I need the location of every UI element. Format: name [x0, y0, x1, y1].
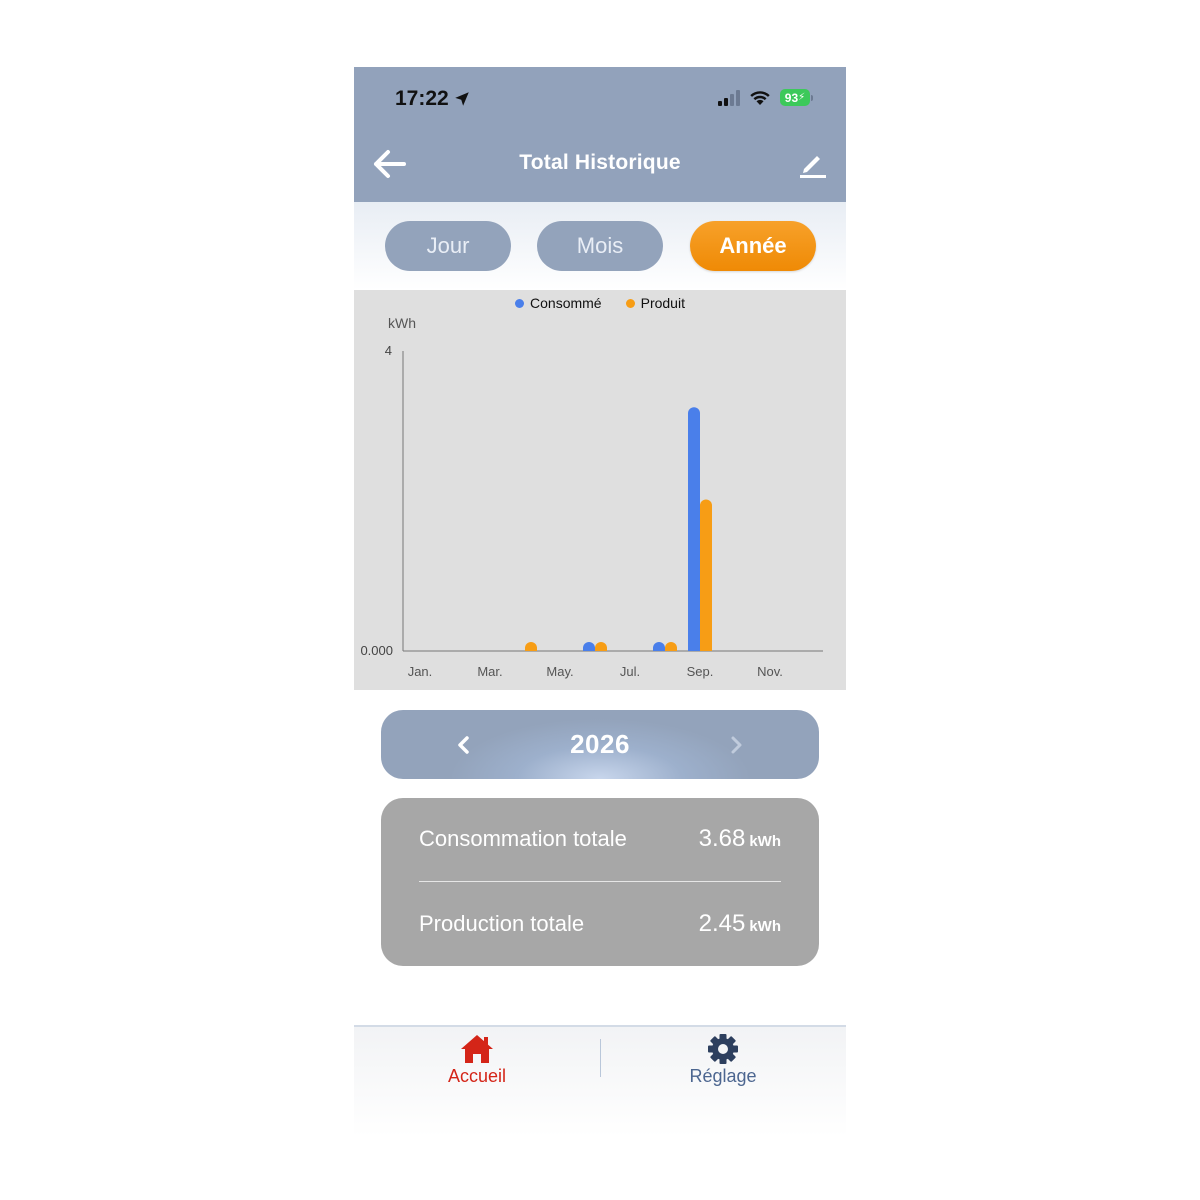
status-time-text: 17:22: [395, 87, 449, 110]
bar-consomme: [653, 642, 665, 651]
app-header: 17:22 93 ⚡ Total Historique: [354, 67, 846, 202]
bar-consomme: [688, 407, 700, 651]
location-arrow-icon: [454, 92, 469, 106]
y-tick-label-max: 4: [385, 343, 392, 358]
page-title: Total Historique: [519, 151, 681, 174]
production-total-row: Production totale 2.45 kWh: [419, 910, 781, 938]
production-total-value: 2.45: [698, 910, 746, 937]
next-year-button[interactable]: [723, 730, 751, 760]
tab-accueil-label: Accueil: [447, 1066, 507, 1086]
bar-chart-svg: kWh 4 0.000 Jan. Mar. May. Jul. Sep. Nov.: [360, 315, 823, 679]
bar-produit: [665, 642, 677, 651]
battery-icon: 93 ⚡: [780, 89, 813, 106]
tab-reglage-label: Réglage: [689, 1066, 757, 1086]
x-tick-label: Jul.: [620, 664, 640, 679]
totals-divider: [419, 881, 781, 882]
gear-icon: [708, 1034, 738, 1064]
x-tick-label: Jan.: [408, 664, 433, 679]
cellular-signal-icon: [718, 89, 740, 106]
chevron-right-icon: [731, 736, 742, 754]
phone-screen: 17:22 93 ⚡ Total Historique Jour Mois An…: [354, 67, 846, 1137]
x-tick-label: Sep.: [687, 664, 714, 679]
bar-produit: [525, 642, 537, 651]
consumption-total-unit: kWh: [749, 833, 781, 850]
period-tabs: Jour Mois Année: [354, 202, 846, 290]
totals-card: Consommation totale 3.68 kWh Production t…: [381, 798, 819, 966]
consumption-total-value: 3.68: [698, 825, 746, 852]
bar-consomme: [583, 642, 595, 651]
tab-jour[interactable]: Jour: [385, 221, 511, 271]
production-total-unit: kWh: [749, 918, 781, 935]
consumption-total-row: Consommation totale 3.68 kWh: [419, 825, 781, 853]
edit-button[interactable]: [798, 149, 828, 179]
year-navigator: 2026: [381, 710, 819, 779]
tab-mois[interactable]: Mois: [537, 221, 663, 271]
home-icon: [461, 1035, 493, 1063]
consumption-total-label: Consommation totale: [419, 826, 627, 851]
bottom-tab-bar: Accueil Réglage: [354, 1025, 846, 1137]
battery-level: 93: [784, 90, 799, 105]
production-total-label: Production totale: [419, 911, 585, 936]
wifi-icon: [750, 90, 770, 105]
x-tick-label: May.: [546, 664, 573, 679]
x-tick-label: Nov.: [757, 664, 783, 679]
bar-produit: [595, 642, 607, 651]
history-chart: Consommé Produit kWh 4 0.000 Jan. Mar. May. Ju…: [354, 290, 846, 690]
status-indicators: 93 ⚡: [718, 89, 813, 106]
bar-produit: [700, 499, 712, 651]
tab-accueil[interactable]: Accueil: [354, 1033, 600, 1087]
status-time: 17:22: [395, 87, 471, 111]
tab-reglage[interactable]: Réglage: [600, 1033, 846, 1087]
y-tick-label-zero: 0.000: [360, 643, 393, 658]
tab-annee[interactable]: Année: [690, 221, 816, 271]
pencil-icon: [800, 156, 826, 178]
x-tick-label: Mar.: [477, 664, 502, 679]
year-label: 2026: [570, 729, 630, 759]
y-axis-unit-label: kWh: [388, 315, 416, 331]
